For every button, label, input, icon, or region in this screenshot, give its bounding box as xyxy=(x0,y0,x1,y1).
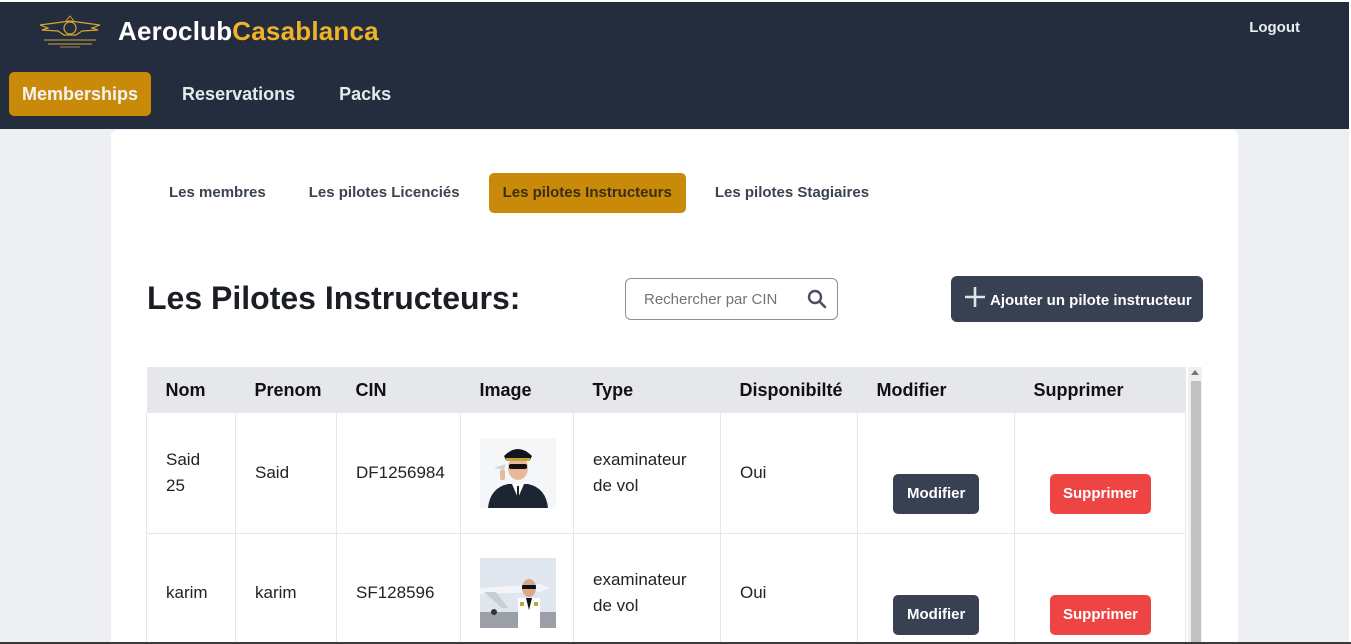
table-row: Said 25 Said DF1256984 examinateur de vo… xyxy=(146,413,1186,533)
cell-type: examinateur de vol xyxy=(573,413,721,533)
brand[interactable]: AeroclubCasablanca xyxy=(36,10,379,52)
col-header-modifier[interactable]: Modifier xyxy=(858,367,1015,413)
col-header-disponibilite[interactable]: Disponibilté xyxy=(721,367,858,413)
table-scrollbar[interactable] xyxy=(1188,367,1202,644)
page-title: Les Pilotes Instructeurs: xyxy=(147,280,521,316)
cell-type: examinateur de vol xyxy=(573,533,721,644)
nav-item-memberships[interactable]: Memberships xyxy=(9,72,152,116)
plus-icon xyxy=(964,286,986,313)
add-instructor-label: Ajouter un pilote instructeur xyxy=(990,292,1192,309)
instructors-table-container: Nom Prenom CIN Image Type Disponibilté M… xyxy=(146,367,1202,644)
nav-item-packs[interactable]: Packs xyxy=(326,72,404,116)
col-header-type[interactable]: Type xyxy=(574,367,721,413)
tab-pilotes-licencies[interactable]: Les pilotes Licenciés xyxy=(295,173,474,213)
instructors-table: Nom Prenom CIN Image Type Disponibilté M… xyxy=(146,367,1186,644)
pilot-subtabs: Les membres Les pilotes Licenciés Les pi… xyxy=(155,173,898,213)
table-header-row: Nom Prenom CIN Image Type Disponibilté M… xyxy=(146,367,1186,413)
logout-link[interactable]: Logout xyxy=(1249,19,1300,36)
search-icon[interactable] xyxy=(807,289,827,314)
search-input[interactable] xyxy=(626,279,796,319)
cell-nom: Said 25 xyxy=(146,413,236,533)
cell-image xyxy=(460,413,574,533)
cell-modifier: Modifier xyxy=(857,413,1015,533)
tab-pilotes-instructeurs[interactable]: Les pilotes Instructeurs xyxy=(488,173,686,213)
tab-pilotes-stagiaires[interactable]: Les pilotes Stagiaires xyxy=(701,173,883,213)
main-nav: Memberships Reservations Packs xyxy=(9,72,422,116)
content-card: Les membres Les pilotes Licenciés Les pi… xyxy=(111,130,1238,644)
delete-button[interactable]: Supprimer xyxy=(1050,594,1152,635)
aeroclub-wings-logo xyxy=(36,13,104,49)
col-header-prenom[interactable]: Prenom xyxy=(236,367,337,413)
cell-prenom: karim xyxy=(235,533,337,644)
cell-prenom: Said xyxy=(235,413,337,533)
brand-name-part2: Casablanca xyxy=(232,15,379,46)
cell-cin: DF1256984 xyxy=(336,413,461,533)
modify-button[interactable]: Modifier xyxy=(893,474,980,514)
cell-nom: karim xyxy=(146,533,236,644)
search-box xyxy=(625,278,838,320)
top-navbar: AeroclubCasablanca Logout Memberships Re… xyxy=(0,2,1349,129)
tab-les-membres[interactable]: Les membres xyxy=(155,173,280,213)
cell-disponibilite: Oui xyxy=(720,533,858,644)
col-header-nom[interactable]: Nom xyxy=(147,367,236,413)
pilot-portrait-photo xyxy=(480,437,556,508)
delete-button[interactable]: Supprimer xyxy=(1050,474,1152,514)
cell-supprimer: Supprimer xyxy=(1014,533,1186,644)
col-header-image[interactable]: Image xyxy=(461,367,574,413)
col-header-supprimer[interactable]: Supprimer xyxy=(1015,367,1186,413)
cell-image xyxy=(460,533,574,644)
modify-button[interactable]: Modifier xyxy=(893,594,980,635)
cell-disponibilite: Oui xyxy=(720,413,858,533)
col-header-cin[interactable]: CIN xyxy=(337,367,461,413)
scrollbar-thumb[interactable] xyxy=(1191,381,1201,644)
add-instructor-button[interactable]: Ajouter un pilote instructeur xyxy=(951,276,1203,322)
brand-name-part1: Aeroclub xyxy=(118,15,233,46)
scroll-up-arrow-icon[interactable] xyxy=(1191,370,1199,375)
pilot-jet-photo xyxy=(480,558,556,628)
table-row: karim karim SF128596 examinateur de vol … xyxy=(146,533,1186,644)
cell-supprimer: Supprimer xyxy=(1014,413,1186,533)
nav-item-reservations[interactable]: Reservations xyxy=(169,72,308,116)
cell-cin: SF128596 xyxy=(336,533,461,644)
cell-modifier: Modifier xyxy=(857,533,1015,644)
brand-name: AeroclubCasablanca xyxy=(118,16,379,47)
